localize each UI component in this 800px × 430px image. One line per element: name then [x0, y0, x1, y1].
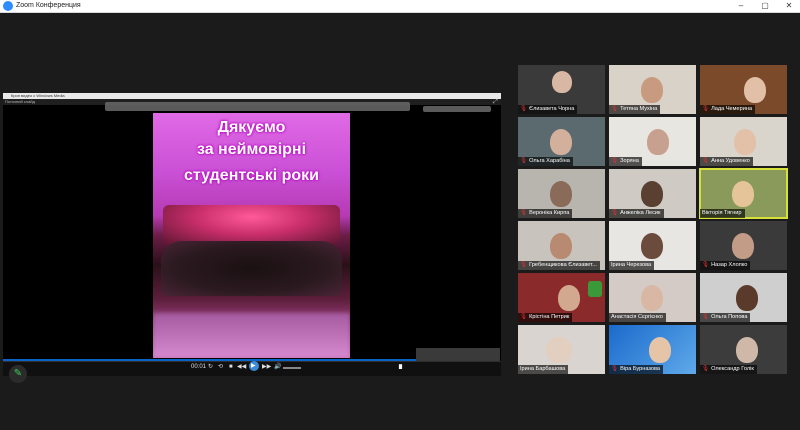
participant-video — [647, 129, 669, 155]
participant-tile[interactable]: Ірина Черезова — [609, 221, 696, 270]
participant-tile[interactable]: 🎙 Лада Чемерина — [700, 65, 787, 114]
participant-video — [732, 233, 754, 259]
muted-mic-icon: 🎙 — [702, 106, 710, 112]
shared-window-menu: Поточний слайд — [5, 99, 35, 104]
participant-name: 🎙 Зоряна — [609, 157, 642, 166]
expand-icon[interactable]: ⤢ — [493, 99, 498, 106]
participant-name: 🎙 Назар Хлопко — [700, 261, 751, 270]
participant-video — [558, 285, 580, 311]
participant-tile[interactable]: 🎙 Тетяна Мухіна — [609, 65, 696, 114]
participant-video — [552, 71, 572, 93]
participant-name: 🎙 Анжеліка Лесик — [609, 209, 664, 218]
participant-name: 🎙 Вероніка Кирпа — [518, 209, 573, 218]
blurred-region — [105, 102, 410, 111]
muted-mic-icon: 🎙 — [520, 106, 528, 112]
participant-video — [550, 233, 572, 259]
participant-tile-active-speaker[interactable]: Вікторія Тягнир — [699, 168, 788, 219]
participant-name: 🎙 Крістіна Петрик — [518, 313, 573, 322]
muted-mic-icon: 🎙 — [520, 210, 528, 216]
participant-tile[interactable]: 🎙 Анжеліка Лесик — [609, 169, 696, 218]
participant-video — [550, 129, 572, 155]
previous-icon[interactable]: ◀◀ — [237, 363, 246, 371]
slide-line: студентські роки — [184, 167, 319, 184]
participant-video — [546, 337, 572, 363]
participant-video — [550, 181, 572, 207]
minimize-button[interactable]: – — [730, 0, 752, 12]
close-button[interactable]: ✕ — [778, 0, 800, 12]
volume-slider[interactable] — [283, 367, 301, 369]
participant-name: 🎙 Тетяна Мухіна — [609, 105, 661, 114]
participant-name: 🎙 Ольга Попова — [700, 313, 751, 322]
participant-name: 🎙 Олександр Голік — [700, 365, 757, 374]
participant-name: Анастасія Сєргієнко — [609, 313, 666, 322]
muted-mic-icon: 🎙 — [702, 366, 710, 372]
participant-tile[interactable]: 🎙 Віра Бурназова — [609, 325, 696, 374]
participant-tile[interactable]: 🎙 Єлизавета Чорна — [518, 65, 605, 114]
meeting-area: Кроп видео с Windows Media Поточний слай… — [0, 13, 800, 430]
muted-mic-icon: 🎙 — [611, 366, 619, 372]
blurred-region — [153, 313, 350, 358]
emblem-icon — [588, 281, 602, 297]
slide-image: Дякуємо за неймовірні студентські роки — [153, 113, 350, 358]
blurred-region — [423, 106, 491, 112]
participant-name: 🎙 Єлизавета Чорна — [518, 105, 578, 114]
shared-screen[interactable]: Кроп видео с Windows Media Поточний слай… — [3, 93, 501, 376]
participant-name: Вікторія Тягнир — [700, 209, 745, 218]
muted-mic-icon: 🎙 — [702, 314, 710, 320]
participant-tile[interactable]: 🎙 Зоряна — [609, 117, 696, 166]
stage-lights — [163, 205, 340, 245]
maximize-button[interactable]: ▢ — [754, 0, 776, 12]
stop-icon[interactable]: ■ — [229, 363, 233, 371]
muted-mic-icon: 🎙 — [520, 314, 528, 320]
participant-video — [736, 285, 758, 311]
muted-mic-icon: 🎙 — [702, 262, 710, 268]
muted-mic-icon: 🎙 — [611, 106, 619, 112]
participant-video — [732, 181, 754, 207]
participant-name: 🎙 Ольга Харабіна — [518, 157, 573, 166]
group-photo-crowd — [161, 241, 342, 296]
title-bar: Zoom Конференция – ▢ ✕ — [0, 0, 800, 13]
window-title: Zoom Конференция — [16, 2, 81, 9]
slide-line: за неймовірні — [196, 141, 307, 158]
muted-mic-icon: 🎙 — [520, 158, 528, 164]
participant-tile[interactable]: 🎙 Назар Хлопко — [700, 221, 787, 270]
next-icon[interactable]: ▶▶ — [262, 363, 271, 371]
time-display: 00:01 — [191, 364, 207, 370]
participant-video — [734, 129, 756, 155]
play-icon: ▶ — [251, 363, 256, 369]
participant-tile[interactable]: Ірина Барбашова — [518, 325, 605, 374]
participant-tile[interactable]: 🎙 Анна Удовенко — [700, 117, 787, 166]
participant-name: Ірина Барбашова — [518, 365, 569, 374]
participant-video — [641, 233, 663, 259]
annotate-pen-icon[interactable]: ✎ — [9, 365, 27, 383]
participant-name: 🎙 Віра Бурназова — [609, 365, 664, 374]
participant-video — [744, 77, 766, 103]
participant-tile[interactable]: 🎙 Ольга Попова — [700, 273, 787, 322]
muted-mic-icon: 🎙 — [611, 158, 619, 164]
repeat-icon[interactable]: ⟲ — [218, 363, 223, 371]
slide-line: Дякуємо — [217, 119, 286, 136]
participant-video — [736, 337, 758, 363]
participant-tile[interactable]: 🎙 Олександр Голік — [700, 325, 787, 374]
participant-name: 🎙 Лада Чемерина — [700, 105, 756, 114]
volume-icon[interactable]: 🔊 — [274, 363, 281, 371]
participant-tile[interactable]: 🎙 Крістіна Петрик — [518, 273, 605, 322]
shuffle-icon[interactable]: ↻ — [208, 363, 213, 371]
participant-name: 🎙 Анна Удовенко — [700, 157, 753, 166]
participant-name: 🎙 Гребенщикова Єлизавет... — [518, 261, 600, 270]
mouse-cursor-icon: ▖ — [399, 360, 406, 369]
participant-video — [641, 285, 663, 311]
participant-name: Ірина Черезова — [609, 261, 655, 270]
participant-video — [641, 77, 663, 103]
muted-mic-icon: 🎙 — [611, 210, 619, 216]
zoom-logo-icon — [3, 1, 13, 11]
participant-tile[interactable]: 🎙 Гребенщикова Єлизавет... — [518, 221, 605, 270]
muted-mic-icon: 🎙 — [702, 158, 710, 164]
participant-tile[interactable]: 🎙 Ольга Харабіна — [518, 117, 605, 166]
participant-video — [649, 337, 671, 363]
muted-mic-icon: 🎙 — [520, 262, 528, 268]
participant-video — [641, 181, 663, 207]
participant-tile[interactable]: 🎙 Вероніка Кирпа — [518, 169, 605, 218]
participant-tile[interactable]: Анастасія Сєргієнко — [609, 273, 696, 322]
